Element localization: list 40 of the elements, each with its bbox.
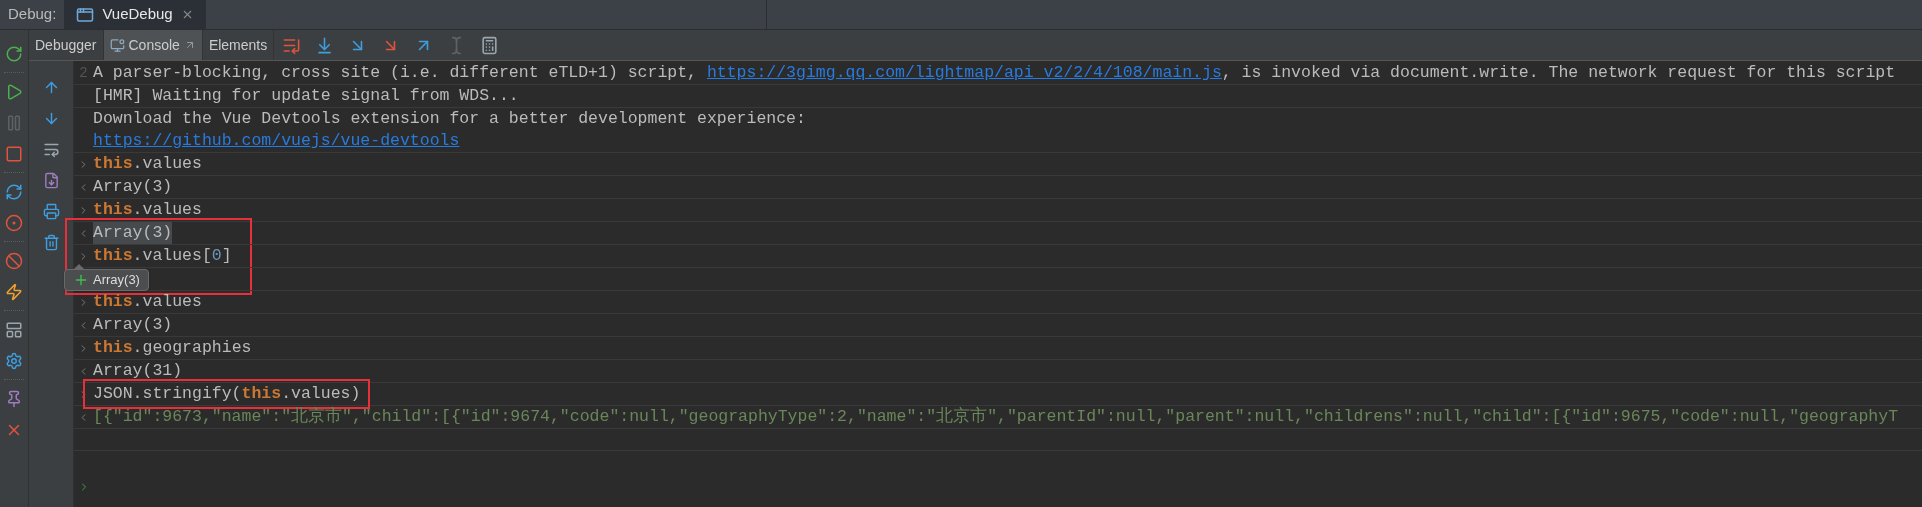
breakpoints-icon[interactable] (5, 213, 23, 232)
console-text: this.values[0] (93, 245, 232, 267)
debug-label: Debug: (7, 4, 58, 25)
stop-icon[interactable] (5, 144, 23, 163)
console-text: this.geographies (93, 337, 252, 359)
console-icon (109, 37, 125, 53)
debug-session-tab[interactable]: VueDebug (64, 0, 206, 29)
console-text: this.values (93, 291, 202, 313)
console-text: Download the Vue Devtools extension for a better development experience: (93, 108, 806, 130)
console-text: JSON.stringify(this.values) (93, 384, 361, 403)
play-icon[interactable] (5, 82, 23, 101)
console-text: A parser-blocking, cross site (i.e. different eTLD+1) script, (93, 63, 698, 82)
console-text: this.values (93, 199, 202, 221)
app-icon (76, 5, 95, 24)
lightning-icon[interactable] (5, 282, 23, 301)
pin-icon[interactable] (5, 389, 23, 408)
trash-icon[interactable] (42, 234, 60, 251)
settings-icon[interactable] (5, 351, 23, 370)
mute-breakpoints-icon[interactable] (5, 251, 23, 270)
console-text: Array(3) (93, 314, 173, 336)
refresh-icon[interactable] (5, 182, 23, 201)
console-text: Array(3) (93, 176, 173, 198)
console-link[interactable]: https://github.com/vuejs/vue-devtools (93, 131, 460, 150)
console-text: , is invoked via document.write. The network request for this script (1221, 63, 1896, 82)
console-text: Array(31) (93, 360, 183, 382)
export-icon[interactable] (42, 172, 60, 189)
calculator-icon[interactable] (480, 35, 500, 55)
toolbar-tab[interactable]: Debugger (29, 30, 104, 60)
layout-icon[interactable] (5, 320, 23, 339)
plus-icon (73, 272, 89, 288)
toolbar-tab[interactable]: Console (103, 30, 203, 60)
print-icon[interactable] (42, 203, 60, 220)
tooltip-text: Array(3) (93, 271, 140, 290)
toolbar-tab[interactable]: Elements (202, 30, 275, 60)
highlighted-text: Array(3) (93, 222, 173, 244)
rerun-icon[interactable] (5, 44, 23, 63)
soft-wrap-icon[interactable] (42, 141, 60, 158)
console-text: [HMR] Waiting for update signal from WDS... (93, 85, 519, 107)
console-text: this.values (93, 153, 202, 175)
console-text: [{"id":9673,"name":"北京市","child":[{"id":9674,"code":null,"geographyType":2,"name":"北京市","parentId":null,"parent":null,"childrens":null,"child":[{"id":9675,"code":null,"geographyT (93, 406, 1899, 428)
